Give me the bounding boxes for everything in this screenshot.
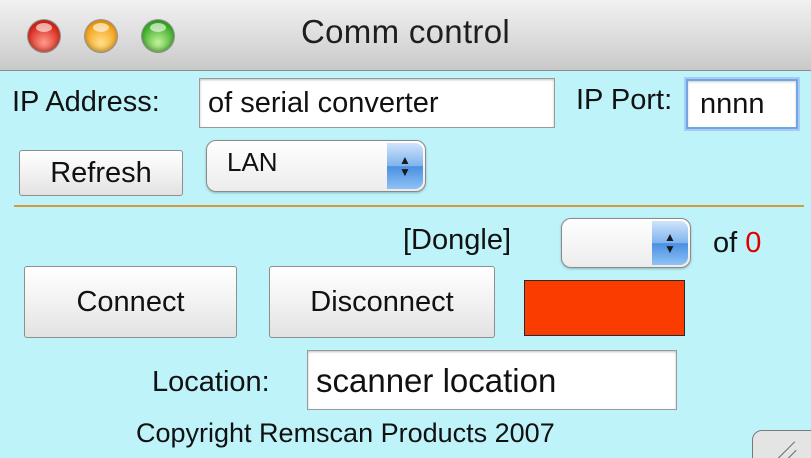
connection-status-indicator xyxy=(524,280,685,336)
ip-port-label: IP Port: xyxy=(576,84,673,116)
connect-button-label: Connect xyxy=(76,285,185,318)
dongle-of-label: of xyxy=(713,227,738,259)
disconnect-button-label: Disconnect xyxy=(310,285,454,318)
location-value: scanner location xyxy=(316,361,557,399)
dongle-count-text: of 0 xyxy=(713,227,761,260)
dongle-label: [Dongle] xyxy=(403,224,512,256)
disconnect-button[interactable]: Disconnect xyxy=(269,266,495,338)
window-title: Comm control xyxy=(301,13,510,50)
ip-address-field[interactable]: of serial converter xyxy=(199,78,555,128)
title-bar[interactable]: Comm control xyxy=(0,0,811,71)
location-field[interactable]: scanner location xyxy=(307,350,677,410)
connection-type-select[interactable]: LAN ▲ ▼ xyxy=(206,140,426,192)
stepper-arrows-icon: ▲ ▼ xyxy=(652,221,688,265)
connection-type-value: LAN xyxy=(227,147,278,177)
dongle-select[interactable]: ▲ ▼ xyxy=(561,218,691,268)
copyright-text: Copyright Remscan Products 2007 xyxy=(136,418,555,448)
connect-button[interactable]: Connect xyxy=(24,266,237,338)
ip-port-field[interactable]: nnnn xyxy=(686,79,798,129)
ip-address-label: IP Address: xyxy=(12,86,160,118)
resize-grip-icon[interactable] xyxy=(752,430,811,458)
ip-address-value: of serial converter xyxy=(208,86,439,119)
section-divider xyxy=(14,205,804,207)
comm-control-window: Comm control IP Address: of serial conve… xyxy=(0,0,811,458)
stepper-arrows-icon: ▲ ▼ xyxy=(387,143,423,189)
ip-port-value: nnnn xyxy=(700,87,765,120)
dongle-count: 0 xyxy=(745,227,762,259)
refresh-button-label: Refresh xyxy=(50,156,152,189)
refresh-button[interactable]: Refresh xyxy=(19,150,183,196)
location-label: Location: xyxy=(152,366,270,398)
